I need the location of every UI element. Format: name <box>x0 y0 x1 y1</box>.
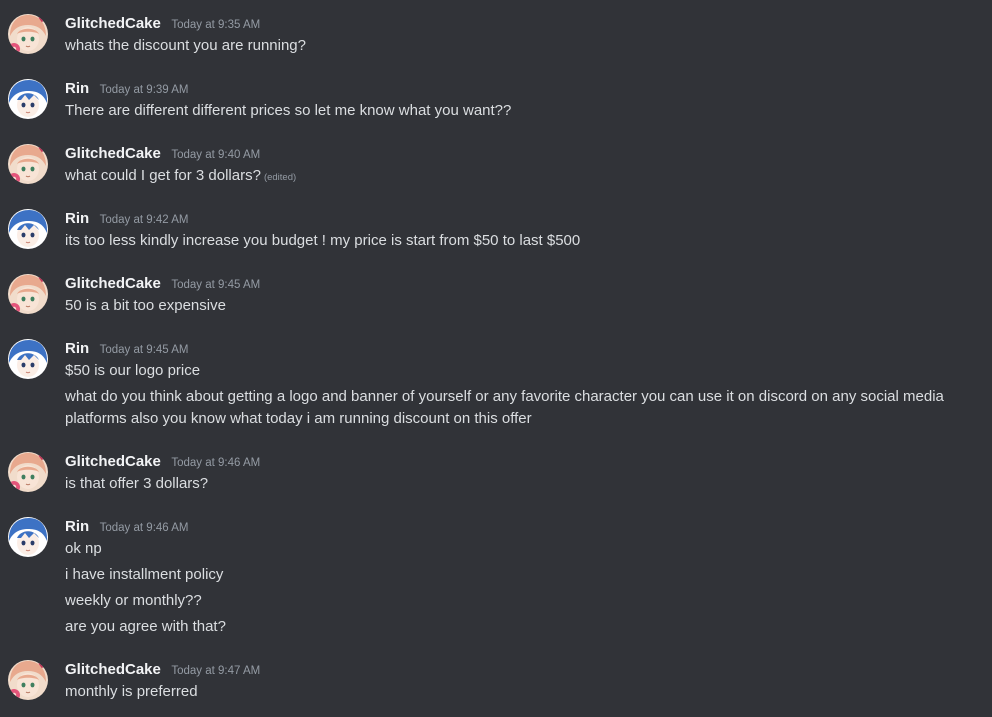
timestamp: Today at 9:39 AM <box>99 84 189 96</box>
edited-label: (edited) <box>263 172 297 183</box>
username[interactable]: GlitchedCake <box>65 453 161 470</box>
username[interactable]: Rin <box>65 80 89 97</box>
message-header: GlitchedCake Today at 9:45 AM <box>65 273 260 296</box>
timestamp: Today at 9:42 AM <box>99 214 189 226</box>
timestamp: Today at 9:47 AM <box>171 665 261 677</box>
message-header: Rin Today at 9:46 AM <box>65 516 189 539</box>
timestamp: Today at 9:40 AM <box>171 149 261 161</box>
username[interactable]: GlitchedCake <box>65 145 161 162</box>
message-line: what could I get for 3 dollars? (edited) <box>65 165 978 189</box>
glitchedcake-avatar-icon[interactable] <box>8 144 48 184</box>
message-text: $50 is our logo price <box>65 362 201 379</box>
message-text: There are different different prices so … <box>65 102 512 119</box>
message-text: is that offer 3 dollars? <box>65 475 209 492</box>
username[interactable]: Rin <box>65 518 89 535</box>
message-text: what could I get for 3 dollars? <box>65 167 261 184</box>
message-text: ok np <box>65 540 102 557</box>
message-header: GlitchedCake Today at 9:35 AM <box>65 13 260 36</box>
message-text: its too less kindly increase you budget … <box>65 232 581 249</box>
message-list[interactable]: GlitchedCake Today at 9:35 AM whats the … <box>0 0 992 717</box>
message-header: Rin Today at 9:42 AM <box>65 208 189 231</box>
username[interactable]: GlitchedCake <box>65 661 161 678</box>
glitchedcake-avatar-icon[interactable] <box>8 274 48 314</box>
message-text: monthly is preferred <box>65 683 198 700</box>
glitchedcake-avatar-icon[interactable] <box>8 14 48 54</box>
message-header: GlitchedCake Today at 9:46 AM <box>65 451 260 474</box>
timestamp: Today at 9:46 AM <box>99 522 189 534</box>
rin-avatar-icon[interactable] <box>8 339 48 379</box>
timestamp: Today at 9:45 AM <box>99 344 189 356</box>
message-header: GlitchedCake Today at 9:40 AM <box>65 143 260 166</box>
timestamp: Today at 9:45 AM <box>171 279 261 291</box>
message-header: Rin Today at 9:45 AM <box>65 338 189 361</box>
username[interactable]: GlitchedCake <box>65 275 161 292</box>
message-text: 50 is a bit too expensive <box>65 297 226 314</box>
glitchedcake-avatar-icon[interactable] <box>8 452 48 492</box>
message-text: i have installment policy <box>65 566 224 583</box>
username[interactable]: GlitchedCake <box>65 15 161 32</box>
timestamp: Today at 9:35 AM <box>171 19 261 31</box>
message-text: are you agree with that? <box>65 618 226 635</box>
message-header: Rin Today at 9:39 AM <box>65 78 189 101</box>
rin-avatar-icon[interactable] <box>8 517 48 557</box>
message-text: what do you think about getting a logo a… <box>65 388 944 427</box>
timestamp: Today at 9:46 AM <box>171 457 261 469</box>
rin-avatar-icon[interactable] <box>8 209 48 249</box>
message-text: weekly or monthly?? <box>65 592 202 609</box>
username[interactable]: Rin <box>65 340 89 357</box>
username[interactable]: Rin <box>65 210 89 227</box>
glitchedcake-avatar-icon[interactable] <box>8 660 48 700</box>
message-text: whats the discount you are running? <box>65 37 306 54</box>
rin-avatar-icon[interactable] <box>8 79 48 119</box>
message-header: GlitchedCake Today at 9:47 AM <box>65 659 260 682</box>
